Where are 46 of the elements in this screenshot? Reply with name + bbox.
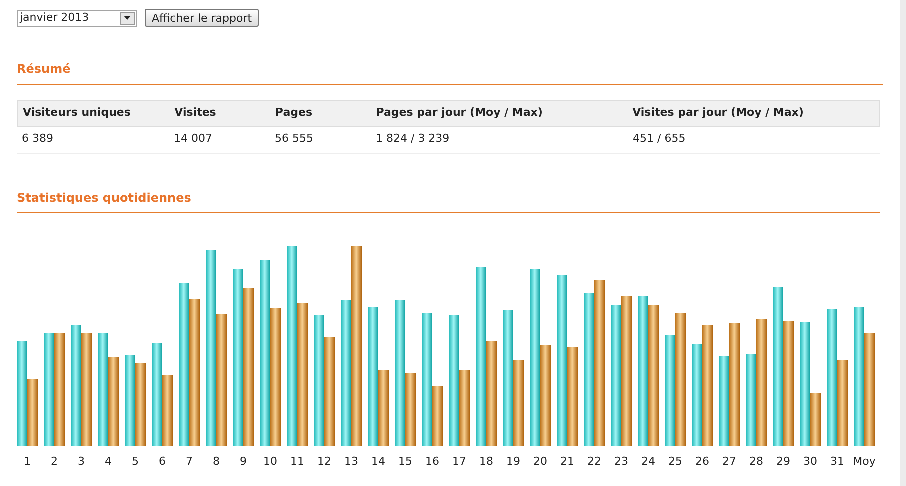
axis-label: 2 bbox=[51, 454, 58, 470]
axis-label: 24 bbox=[642, 454, 656, 470]
table-cell-text: 1 824 / 3 239 bbox=[375, 131, 451, 148]
section-title: Résumé bbox=[17, 62, 71, 76]
axis-label: 25 bbox=[668, 454, 682, 470]
axis-label: 27 bbox=[722, 454, 736, 470]
axis-label: 22 bbox=[588, 454, 602, 470]
axis-label: 12 bbox=[318, 454, 332, 470]
axis-label: 20 bbox=[534, 454, 548, 470]
axis-label: 5 bbox=[132, 454, 139, 470]
table-cell-text: 6 389 bbox=[21, 131, 54, 148]
axis-label: 13 bbox=[344, 454, 358, 470]
table-cell-text: 451 / 655 bbox=[632, 131, 687, 148]
table-cell-text: 14 007 bbox=[173, 131, 214, 148]
axis-label: 18 bbox=[480, 454, 494, 470]
axis-label: 30 bbox=[804, 454, 818, 470]
axis-label: 29 bbox=[776, 454, 790, 470]
axis-label: 28 bbox=[750, 454, 764, 470]
axis-label: 11 bbox=[290, 454, 304, 470]
axis-label: 6 bbox=[159, 454, 166, 470]
axis-label: Moy bbox=[853, 454, 876, 470]
table-cell-text: 56 555 bbox=[274, 131, 314, 148]
column-header: Visiteurs uniques bbox=[22, 104, 132, 121]
axis-label: 17 bbox=[452, 454, 466, 470]
axis-label: 9 bbox=[240, 454, 247, 470]
month-select[interactable]: janvier 2013 bbox=[17, 10, 137, 26]
column-header: Visites par jour (Moy / Max) bbox=[632, 104, 805, 121]
column-header: Pages bbox=[274, 104, 314, 121]
axis-label: 19 bbox=[506, 454, 520, 470]
axis-label: 3 bbox=[78, 454, 85, 470]
axis-label: 16 bbox=[426, 454, 440, 470]
section-title: Statistiques quotidiennes bbox=[17, 190, 192, 204]
axis-label: 1 bbox=[24, 454, 31, 470]
axis-label: 14 bbox=[372, 454, 386, 470]
axis-label: 21 bbox=[560, 454, 574, 470]
axis-label: 7 bbox=[186, 454, 193, 470]
column-header: Pages par jour (Moy / Max) bbox=[375, 104, 544, 121]
axis-label: 4 bbox=[105, 454, 112, 470]
show-report-button[interactable]: Afficher le rapport bbox=[145, 9, 260, 27]
column-header: Visites bbox=[174, 104, 218, 121]
axis-label: 23 bbox=[614, 454, 628, 470]
axis-label: 15 bbox=[398, 454, 412, 470]
axis-label: 8 bbox=[213, 454, 220, 470]
axis-label: 31 bbox=[830, 454, 844, 470]
axis-label: 26 bbox=[696, 454, 710, 470]
axis-label: 10 bbox=[264, 454, 278, 470]
